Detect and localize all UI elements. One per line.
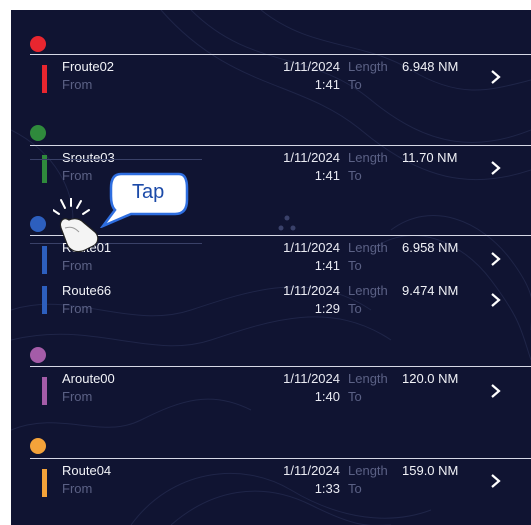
- route-name: Route04: [62, 463, 112, 478]
- route-color-bar: [42, 377, 47, 405]
- chevron-right-icon[interactable]: [489, 69, 503, 85]
- from-label: From: [62, 77, 93, 92]
- chevron-right-icon[interactable]: [489, 160, 503, 176]
- length-label: Length: [348, 371, 388, 386]
- to-label: To: [348, 301, 362, 316]
- route-row-sroute03[interactable]: Sroute03 From 1/11/2024 1:41 Length To 1…: [11, 146, 531, 188]
- tap-hand-icon: [53, 198, 99, 253]
- route-name: Froute02: [62, 59, 115, 74]
- route-color-bar: [42, 65, 47, 93]
- route-group-dot-red: [30, 36, 46, 52]
- route-length: 6.958 NM: [402, 240, 459, 255]
- length-label: Length: [348, 150, 388, 165]
- route-length: 11.70 NM: [402, 150, 458, 165]
- route-time: 1:33: [314, 481, 340, 496]
- from-label: From: [62, 301, 93, 316]
- route-length: 120.0 NM: [402, 371, 459, 386]
- chevron-right-icon[interactable]: [489, 383, 503, 399]
- chevron-right-icon[interactable]: [489, 473, 503, 489]
- tap-callout-label: Tap: [132, 181, 165, 203]
- route-row-aroute00[interactable]: Aroute00 From 1/11/2024 1:40 Length To 1…: [11, 367, 531, 409]
- route-color-bar: [42, 469, 47, 497]
- to-label: To: [348, 168, 362, 183]
- route-color-bar: [42, 246, 47, 274]
- route-group-dot-orange: [30, 438, 46, 454]
- route-name: Route66: [62, 283, 112, 298]
- route-time: 1:40: [314, 389, 340, 404]
- from-label: From: [62, 481, 93, 496]
- route-row-route04[interactable]: Route04 From 1/11/2024 1:33 Length To 15…: [11, 459, 531, 501]
- length-label: Length: [348, 463, 388, 478]
- length-label: Length: [348, 283, 388, 298]
- route-color-bar: [42, 286, 47, 314]
- chevron-right-icon[interactable]: [489, 292, 503, 308]
- route-group-dot-green: [30, 125, 46, 141]
- route-time: 1:41: [314, 77, 340, 92]
- route-date: 1/11/2024: [283, 283, 340, 298]
- route-date: 1/11/2024: [283, 150, 340, 165]
- from-label: From: [62, 389, 93, 404]
- route-length: 6.948 NM: [402, 59, 459, 74]
- route-row-route66[interactable]: Route66 From 1/11/2024 1:29 Length To 9.…: [11, 279, 531, 321]
- route-date: 1/11/2024: [283, 59, 340, 74]
- length-label: Length: [348, 59, 388, 74]
- route-date: 1/11/2024: [283, 371, 340, 386]
- chevron-right-icon[interactable]: [489, 251, 503, 267]
- route-length: 9.474 NM: [402, 283, 459, 298]
- route-name: Sroute03: [62, 150, 115, 165]
- route-group-dot-blue: [30, 216, 46, 232]
- route-length: 159.0 NM: [402, 463, 459, 478]
- route-time: 1:41: [314, 258, 340, 273]
- from-label: From: [62, 168, 93, 183]
- route-group-dot-purple: [30, 347, 46, 363]
- to-label: To: [348, 481, 362, 496]
- route-date: 1/11/2024: [283, 240, 340, 255]
- route-row-froute02[interactable]: Froute02 From 1/11/2024 1:41 Length To 6…: [11, 55, 531, 97]
- divider: [30, 159, 202, 160]
- route-date: 1/11/2024: [283, 463, 340, 478]
- to-label: To: [348, 389, 362, 404]
- route-name: Aroute00: [62, 371, 115, 386]
- to-label: To: [348, 258, 362, 273]
- route-list-screen: Froute02 From 1/11/2024 1:41 Length To 6…: [11, 10, 531, 525]
- route-time: 1:29: [314, 301, 340, 316]
- route-time: 1:41: [314, 168, 340, 183]
- length-label: Length: [348, 240, 388, 255]
- to-label: To: [348, 77, 362, 92]
